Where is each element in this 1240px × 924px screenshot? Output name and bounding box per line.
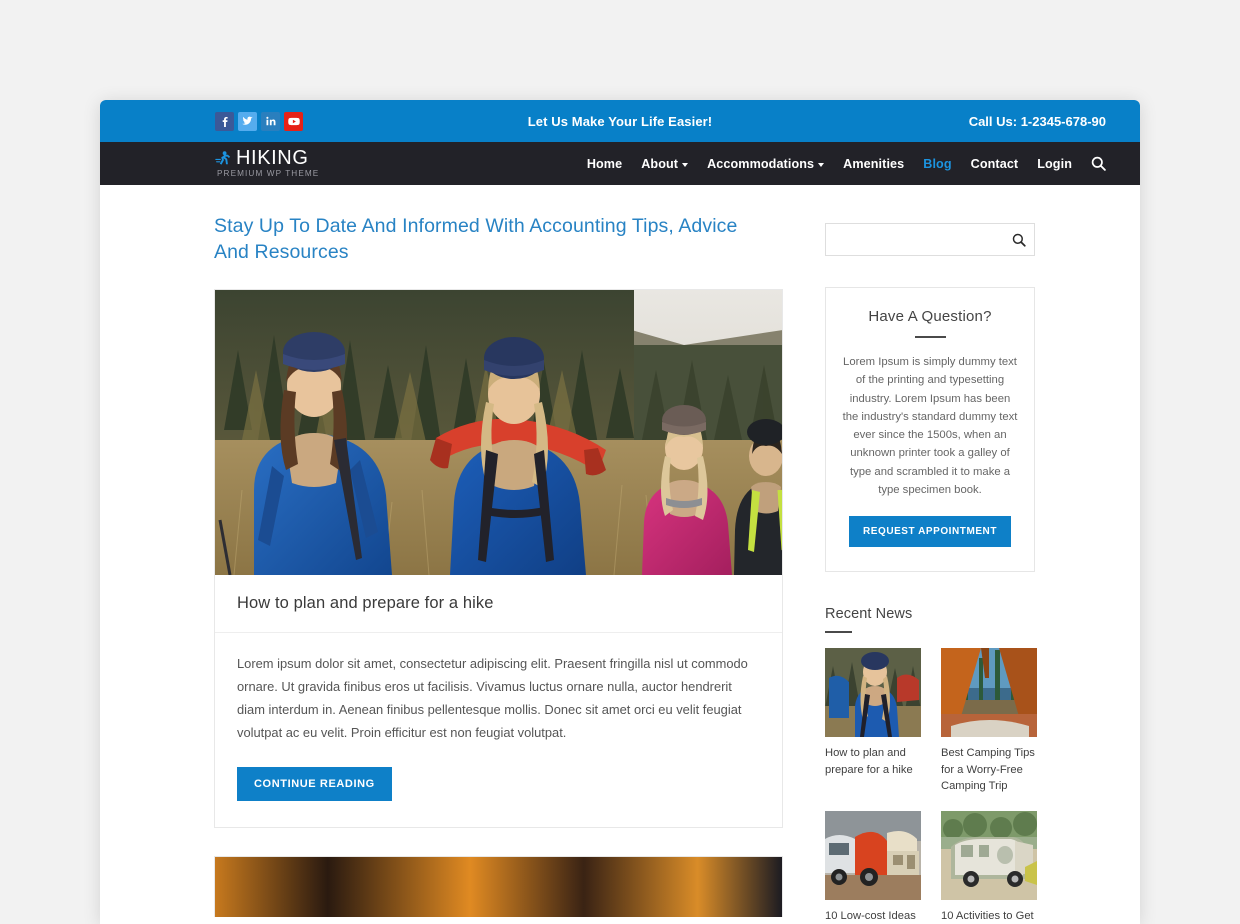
blog-post-card: How to plan and prepare for a hike Lorem… (214, 288, 783, 828)
post-excerpt: Lorem ipsum dolor sit amet, consectetur … (237, 655, 748, 740)
widget-title: Have A Question? (868, 308, 992, 325)
nav-label-blog: Blog (923, 156, 952, 171)
continue-reading-button[interactable]: CONTINUE READING (237, 766, 392, 801)
list-item[interactable]: Best Camping Tips for a Worry-Free Campi… (941, 648, 1037, 794)
nav-label-login: Login (1037, 156, 1072, 171)
call-us-text[interactable]: Call Us: 1-2345-678-90 (969, 114, 1122, 129)
nav-item-blog[interactable]: Blog (923, 157, 951, 171)
facebook-icon[interactable] (215, 111, 234, 131)
nav-item-accommodations[interactable]: Accommodations (707, 156, 825, 171)
vintage-camper-thumb (941, 811, 1037, 901)
post-title[interactable]: How to plan and prepare for a hike (237, 594, 760, 613)
list-item[interactable]: 10 Activities to Get (941, 811, 1037, 924)
have-a-question-widget: Have A Question? Lorem Ipsum is simply d… (825, 287, 1035, 573)
news-title: How to plan and prepare for a hike (825, 747, 913, 776)
nav-item-amenities[interactable]: Amenities (843, 157, 904, 171)
chevron-down-icon (682, 162, 689, 167)
site-page-container: Let Us Make Your Life Easier! Call Us: 1… (100, 100, 1140, 924)
nav-label-contact: Contact (970, 156, 1019, 171)
nav-item-home[interactable]: Home (587, 157, 622, 171)
widget-text: Lorem Ipsum is simply dummy text of the … (842, 356, 1018, 497)
nav-label-home: Home (586, 156, 623, 171)
nav-menu: Home About Accommodations Amenities Blog… (587, 156, 1122, 171)
sidebar-search[interactable] (825, 223, 1035, 256)
sidebar: Have A Question? Lorem Ipsum is simply d… (795, 185, 1040, 924)
linkedin-icon[interactable] (261, 111, 280, 131)
chevron-down-icon (818, 162, 825, 167)
tent-interior-thumb (941, 648, 1037, 738)
nav-label-accommodations: Accommodations (707, 156, 815, 171)
request-appointment-button[interactable]: REQUEST APPOINTMENT (849, 516, 1011, 548)
list-item[interactable]: How to plan and prepare for a hike (825, 648, 921, 794)
hikers-in-mountains-photo (215, 289, 782, 575)
search-submit-button[interactable] (1004, 224, 1034, 255)
post-header: How to plan and prepare for a hike (215, 575, 782, 633)
hiker-icon (215, 150, 232, 167)
nav-item-login[interactable]: Login (1037, 157, 1072, 171)
divider (914, 336, 946, 338)
divider (825, 631, 852, 634)
list-item[interactable]: 10 Low-cost Ideas (825, 811, 921, 924)
nav-label-amenities: Amenities (843, 156, 905, 171)
news-title: 10 Low-cost Ideas (825, 910, 916, 923)
recent-news-heading: Recent News (825, 606, 913, 623)
news-title: Best Camping Tips for a Worry-Free Campi… (941, 747, 1035, 792)
social-links (215, 111, 303, 131)
youtube-icon[interactable] (284, 111, 303, 131)
news-title: 10 Activities to Get (941, 910, 1034, 923)
main-column: Stay Up To Date And Informed With Accoun… (110, 185, 795, 924)
brand-tagline: PREMIUM WP THEME (217, 169, 320, 179)
page-title: Stay Up To Date And Informed With Accoun… (214, 215, 738, 264)
top-utility-bar: Let Us Make Your Life Easier! Call Us: 1… (100, 100, 1140, 142)
blog-post-card-2 (214, 855, 783, 917)
nav-label-about: About (641, 156, 679, 171)
site-logo[interactable]: HIKING PREMIUM WP THEME (215, 148, 319, 178)
teardrop-trailer-thumb (825, 811, 921, 901)
post-body: Lorem ipsum dolor sit amet, consectetur … (215, 633, 782, 827)
main-navbar: HIKING PREMIUM WP THEME Home About Accom… (100, 142, 1140, 185)
recent-news-list: How to plan and prepare for a hike Best … (825, 648, 1037, 924)
page-content: Stay Up To Date And Informed With Accoun… (100, 185, 1140, 924)
search-input[interactable] (826, 224, 1004, 255)
twitter-icon[interactable] (238, 111, 257, 131)
search-icon[interactable] (1091, 156, 1106, 171)
nav-item-contact[interactable]: Contact (971, 157, 1019, 171)
hiker-blue-jacket-thumb (825, 648, 921, 738)
brand-name: HIKING (236, 147, 309, 170)
nav-item-about[interactable]: About (641, 156, 689, 171)
campfire-photo (215, 856, 782, 917)
recent-news-widget: Recent News How to plan and prepare for … (825, 606, 1040, 924)
